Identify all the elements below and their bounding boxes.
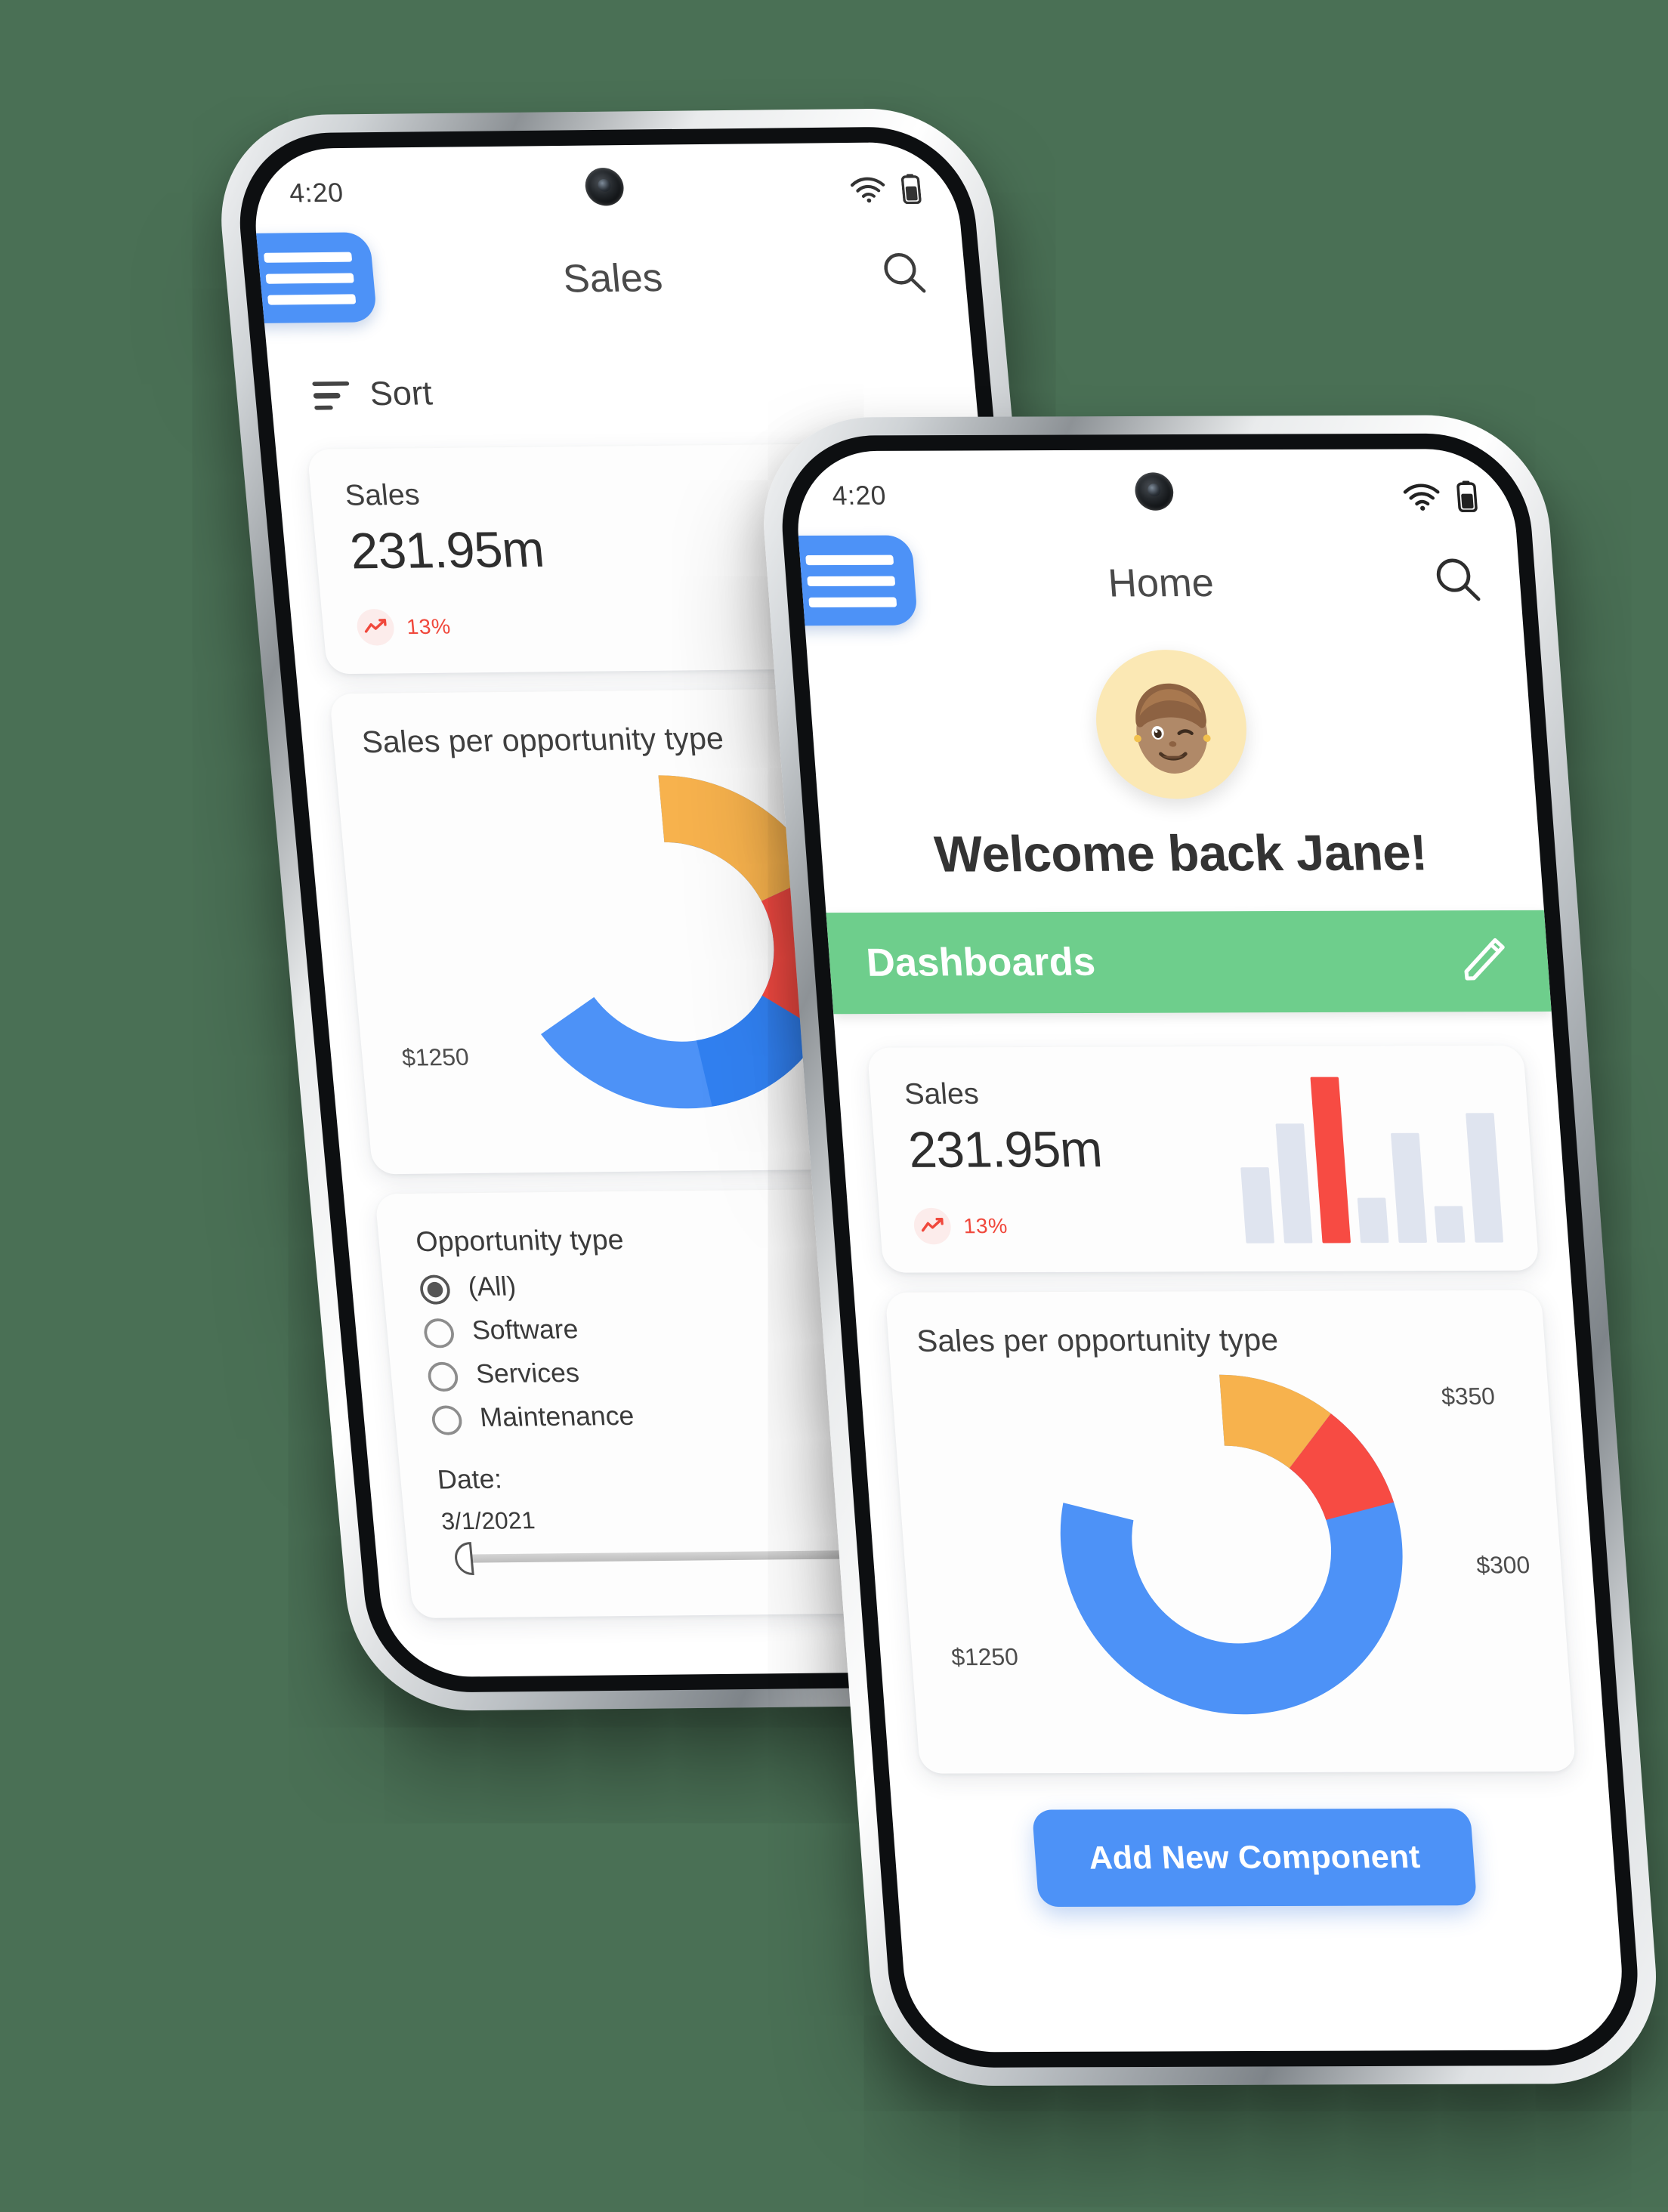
bar — [1357, 1197, 1389, 1243]
sort-line — [314, 405, 333, 410]
radio-label: Services — [474, 1359, 581, 1390]
front-status-bar: 4:20 — [792, 449, 1516, 530]
donut-label-orange: $350 — [1440, 1382, 1497, 1410]
avatar[interactable] — [1091, 649, 1252, 799]
bar — [1390, 1132, 1428, 1243]
kpi-delta: 13% — [355, 607, 552, 646]
radio-button[interactable] — [422, 1318, 456, 1348]
donut-label-blue: $1250 — [400, 1043, 471, 1072]
back-status-bar: 4:20 — [249, 142, 960, 228]
sort-row[interactable]: Sort — [266, 330, 979, 431]
back-app-bar: Sales — [248, 221, 970, 338]
hamburger-line — [265, 272, 354, 283]
status-icons — [1401, 479, 1478, 512]
front-app-bar: Home — [792, 527, 1524, 640]
kpi-text-block: Sales 231.95m 13% — [344, 478, 552, 646]
donut-label-blue: $1250 — [950, 1643, 1020, 1671]
dashboards-section-bar[interactable]: Dashboards — [826, 910, 1552, 1015]
radio-label: Maintenance — [478, 1402, 635, 1434]
sort-label: Sort — [368, 375, 434, 414]
donut-chart — [1060, 1374, 1403, 1715]
radio-label: (All) — [466, 1272, 517, 1303]
hamburger-line — [805, 554, 894, 565]
kpi-value: 231.95m — [906, 1120, 1104, 1179]
front-phone-screen: 4:20 Home Welcome back Jane! Dashboards … — [792, 448, 1628, 2053]
radio-button[interactable] — [431, 1404, 464, 1435]
hamburger-line — [263, 251, 353, 262]
hamburger-line — [808, 596, 897, 607]
pencil-edit-icon[interactable] — [1458, 932, 1513, 990]
bar — [1240, 1166, 1274, 1243]
kpi-text-block: Sales 231.95m 13% — [904, 1078, 1109, 1245]
dashboards-label: Dashboards — [864, 940, 1097, 984]
donut-card-sales-per-type[interactable]: Sales per opportunity type $350 $300 $12… — [885, 1290, 1577, 1774]
search-icon[interactable] — [878, 248, 931, 303]
wifi-icon — [850, 177, 885, 203]
front-phone-device: 4:20 Home Welcome back Jane! Dashboards … — [755, 415, 1664, 2087]
trend-up-icon — [355, 608, 396, 646]
search-icon[interactable] — [1430, 554, 1485, 612]
add-new-component-button[interactable]: Add New Component — [1031, 1808, 1478, 1908]
radio-button[interactable] — [426, 1361, 459, 1392]
front-camera-punchhole — [1133, 472, 1175, 511]
screenshot-canvas: 4:20 Sales Sort Sales 231.95m 13% Sales … — [0, 0, 1668, 2212]
hamburger-menu-icon[interactable] — [792, 535, 919, 626]
sort-line — [312, 381, 350, 387]
page-title: Home — [1106, 561, 1215, 605]
kpi-card-sales[interactable]: Sales 231.95m 13% — [866, 1045, 1540, 1273]
sort-line — [313, 393, 341, 399]
welcome-heading: Welcome back Jane! — [932, 823, 1429, 883]
donut-label-red: $300 — [1475, 1552, 1531, 1579]
bar — [1434, 1206, 1466, 1243]
wifi-icon — [1403, 483, 1440, 510]
battery-icon — [1456, 480, 1478, 512]
front-donut: $350 $300 $1250 — [919, 1366, 1545, 1737]
front-kpi-bars — [1234, 1077, 1504, 1243]
battery-icon — [900, 174, 922, 205]
kpi-delta-value: 13% — [405, 614, 453, 639]
status-time: 4:20 — [288, 178, 345, 209]
bar — [1466, 1113, 1504, 1243]
kpi-delta: 13% — [913, 1207, 1108, 1245]
status-icons — [848, 173, 922, 205]
hamburger-menu-icon[interactable] — [248, 232, 378, 324]
front-phone-bezel: 4:20 Home Welcome back Jane! Dashboards … — [775, 433, 1645, 2068]
status-time: 4:20 — [831, 481, 888, 512]
kpi-value: 231.95m — [348, 520, 546, 580]
bar — [1275, 1123, 1313, 1243]
hamburger-line — [807, 575, 896, 586]
kpi-label: Sales — [344, 479, 422, 513]
front-camera-punchhole — [583, 167, 626, 206]
bar-highlight — [1310, 1077, 1351, 1243]
radio-label: Software — [471, 1315, 580, 1346]
kpi-label: Sales — [903, 1078, 981, 1111]
profile-avatar-wrap[interactable] — [807, 648, 1536, 800]
kpi-delta-value: 13% — [962, 1213, 1009, 1238]
hamburger-line — [267, 293, 357, 304]
date-range-start: 3/1/2021 — [440, 1507, 536, 1535]
trend-up-icon — [913, 1207, 953, 1245]
add-component-wrap: Add New Component — [892, 1808, 1617, 1908]
radio-button-selected[interactable] — [419, 1274, 452, 1304]
page-title: Sales — [561, 255, 665, 301]
sort-icon — [312, 381, 351, 410]
donut-title: Sales per opportunity type — [915, 1321, 1280, 1359]
user-avatar-memoji — [1134, 683, 1211, 774]
slider-thumb-left[interactable] — [443, 1542, 475, 1576]
